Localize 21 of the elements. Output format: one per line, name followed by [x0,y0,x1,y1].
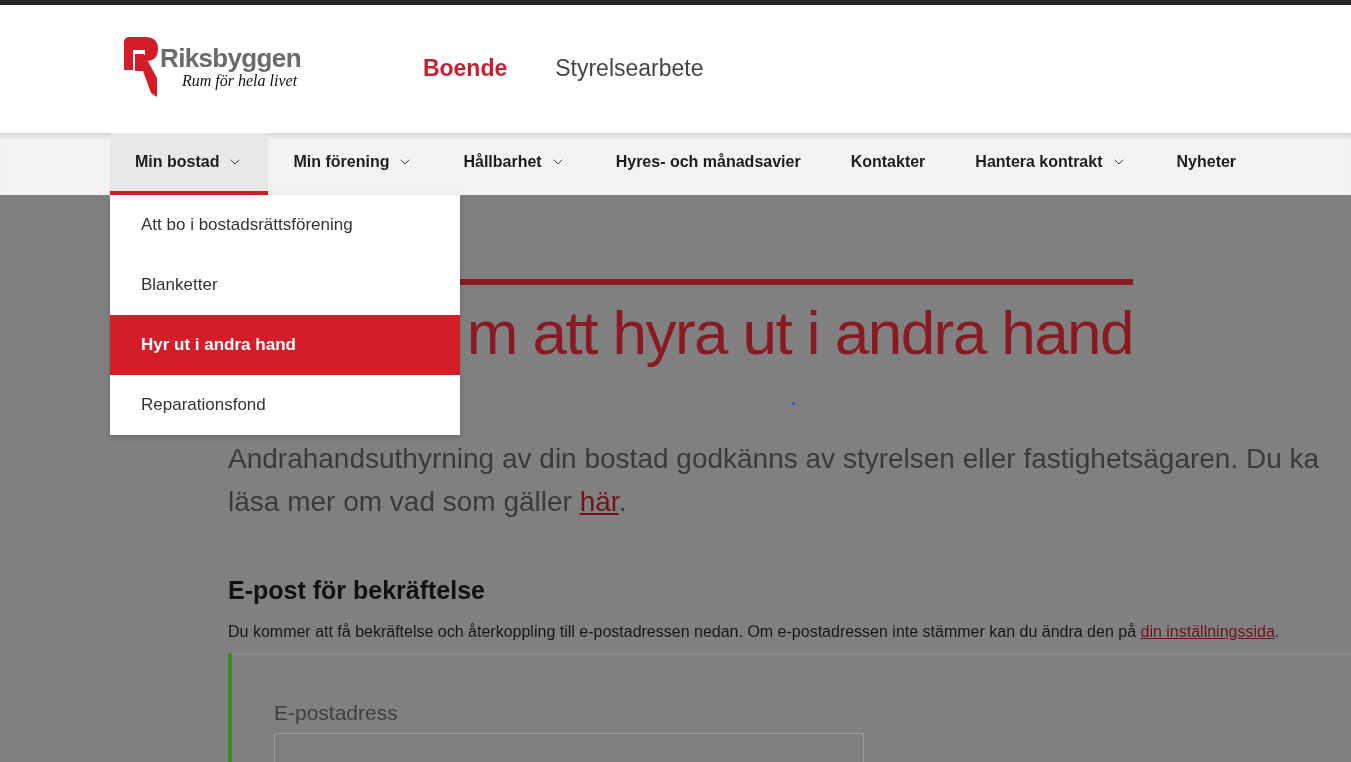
top-nav-link[interactable]: Boende [422,50,508,86]
field-label: E-postadress [274,700,398,726]
logo-icon [124,37,158,97]
nav-tab[interactable]: Nyheter [1151,133,1262,195]
section-heading: E-post för bekräftelse [228,575,485,606]
section-description: Du kommer att få bekräftelse och återkoppling till e-postadressen nedan. Om e-postadressen inte stämmer kan du ändra den på din inställningssida. [228,622,1280,642]
dropdown-item[interactable]: Blanketter [110,255,460,315]
nav-tab[interactable]: Hyres- och månadsavier [590,133,826,195]
nav-tab[interactable]: Min bostad [110,133,269,195]
intro-text: Andrahandsuthyrning av din bostad godkänns av styrelsen eller fastighetsägaren. Du ka läsa mer om vad som gäller här. [228,442,1320,519]
top-nav-link[interactable]: Styrelsearbete [555,50,704,86]
nav-tab[interactable]: Hantera kontrakt [950,133,1152,195]
nav-tab[interactable]: Min förening [268,133,439,195]
nav-tab[interactable]: Kontakter [825,133,951,195]
nav-tab[interactable]: Hållbarhet [438,133,591,195]
brand-tagline: Rum för hela livet [181,72,299,90]
brand-name: Riksbyggen [160,44,301,72]
dropdown-item[interactable]: Att bo i bostadsrättsförening [110,195,460,255]
page-title: m att hyra ut i andra hand [466,297,1133,369]
dropdown-item[interactable]: Hyr ut i andra hand [110,315,460,375]
dropdown-item[interactable]: Reparationsfond [110,375,460,435]
